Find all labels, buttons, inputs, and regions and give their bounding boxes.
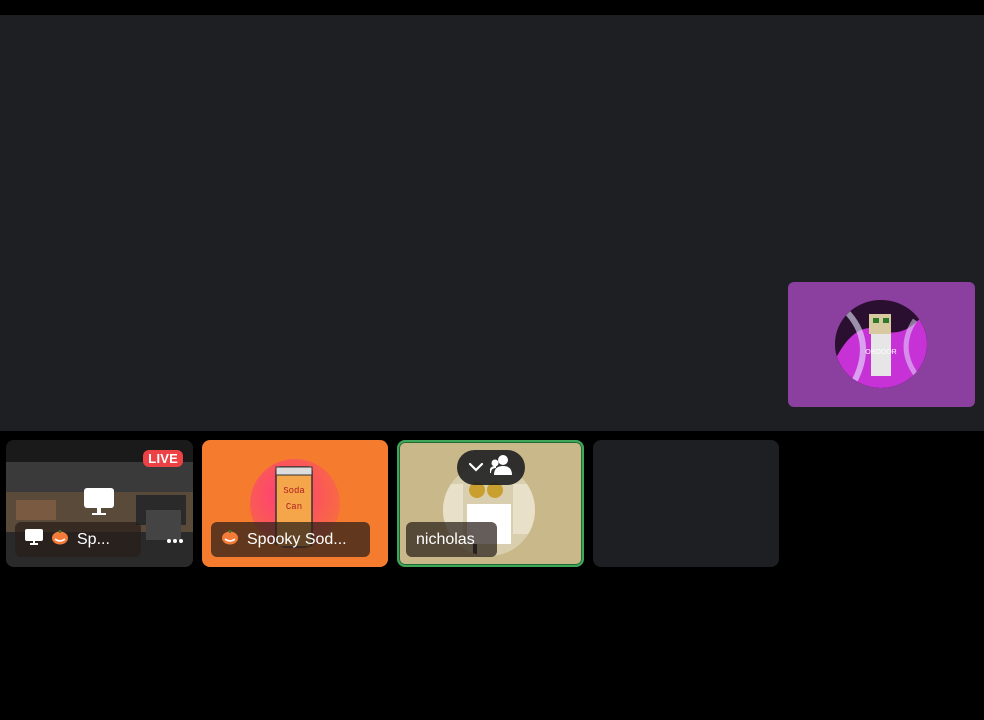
pumpkin-icon bbox=[51, 529, 69, 550]
screen-share-icon bbox=[25, 529, 43, 550]
empty-tile[interactable] bbox=[593, 440, 779, 567]
tile-controls bbox=[457, 450, 525, 485]
soda-label-bottom: Can bbox=[286, 502, 302, 512]
pumpkin-icon bbox=[221, 529, 239, 550]
stream-name-label: Sp... bbox=[77, 530, 110, 548]
participant-name-pill: nicholas bbox=[406, 522, 497, 557]
friends-icon[interactable] bbox=[489, 454, 514, 481]
live-badge: LIVE bbox=[143, 450, 183, 467]
pip-avatar: OBOOOR bbox=[835, 300, 927, 388]
more-options-button[interactable] bbox=[161, 527, 189, 555]
soda-label-top: Soda bbox=[283, 486, 305, 496]
participant-name-label: nicholas bbox=[416, 530, 475, 548]
ellipsis-icon bbox=[167, 539, 183, 543]
stream-tile[interactable]: LIVE Sp... bbox=[6, 440, 193, 567]
call-view: OBOOOR LIVE Sp... Soda Can Spooky Sod...… bbox=[0, 0, 984, 720]
chevron-down-icon[interactable] bbox=[468, 459, 484, 477]
participant-name-pill: Spooky Sod... bbox=[211, 522, 370, 557]
stream-name-pill: Sp... bbox=[15, 522, 141, 557]
participant-name-label: Spooky Sod... bbox=[247, 530, 347, 548]
participant-tile-spooky-soda[interactable]: Soda Can Spooky Sod... bbox=[202, 440, 388, 567]
participant-tile-nicholas[interactable]: nicholas bbox=[397, 440, 584, 567]
monitor-icon bbox=[82, 488, 116, 521]
pip-avatar-text: OBOOOR bbox=[865, 349, 897, 356]
pip-tile[interactable]: OBOOOR bbox=[788, 282, 975, 407]
